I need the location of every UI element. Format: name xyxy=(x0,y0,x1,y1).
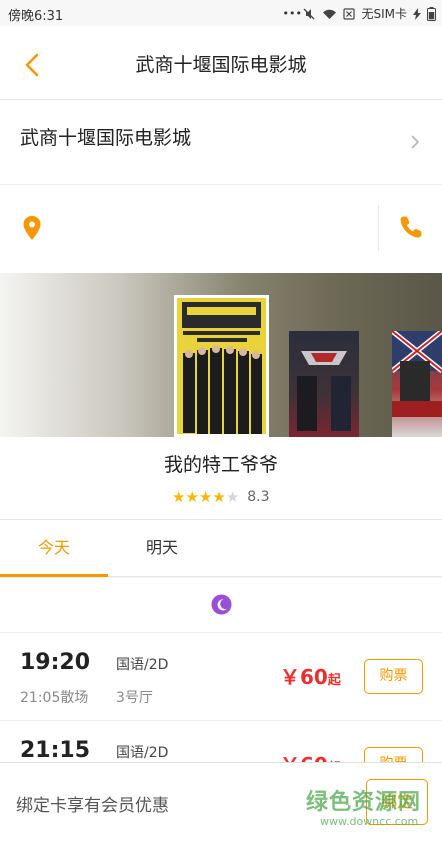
page-title: 武商十堰国际电影城 xyxy=(135,54,307,76)
show-start-time: 21:15 xyxy=(20,738,91,763)
location-row xyxy=(0,185,442,273)
poster-image xyxy=(177,298,266,434)
session-period-row xyxy=(0,578,442,633)
location-pin-icon[interactable] xyxy=(22,215,42,241)
movie-score: 8.3 xyxy=(247,489,270,505)
poster-artwork xyxy=(297,351,351,431)
star-icon: ★ xyxy=(185,488,199,506)
poster-london-has-fallen[interactable] xyxy=(390,329,442,437)
star-icon: ★ xyxy=(172,488,186,506)
show-end-time: 21:05散场 xyxy=(20,690,89,706)
show-start-time: 19:20 xyxy=(20,650,91,675)
cinema-name: 武商十堰国际电影城 xyxy=(20,127,192,149)
nav-header: 武商十堰国际电影城 xyxy=(0,26,442,100)
phone-icon[interactable] xyxy=(400,215,422,239)
tab-today[interactable]: 今天 xyxy=(0,520,108,577)
movie-title: 我的特工爷爷 xyxy=(163,454,278,476)
star-icon: ★ xyxy=(198,488,213,506)
chevron-right-icon xyxy=(411,135,420,149)
member-card-bar: 绑定卡享有会员优惠 绑定 xyxy=(0,762,442,841)
show-hall: 3号厅 xyxy=(116,690,153,706)
tab-tomorrow[interactable]: 明天 xyxy=(108,520,216,577)
poster-my-beloved-bodyguard[interactable] xyxy=(174,295,269,437)
star-icon: ★ xyxy=(212,488,226,506)
price-value: ￥60 xyxy=(280,665,328,689)
bind-card-button[interactable]: 绑定 xyxy=(366,779,428,825)
battery-icon xyxy=(427,6,436,21)
movie-rating: ★ ★ ★ ★ ★ 8.3 xyxy=(172,489,270,505)
status-bar: 傍晚6:31 ••• 无SIM卡 xyxy=(0,0,442,26)
status-icons: ••• 无SIM卡 xyxy=(282,5,436,22)
show-language: 国语/2D xyxy=(116,657,169,673)
poster-batman-v-superman[interactable] xyxy=(289,331,359,437)
show-price: ￥60起 xyxy=(280,661,341,690)
poster-carousel[interactable] xyxy=(0,273,442,437)
cinema-detail-row[interactable]: 武商十堰国际电影城 xyxy=(0,100,442,185)
more-dots-icon: ••• xyxy=(282,6,302,20)
status-time: 傍晚6:31 xyxy=(8,9,64,24)
sim-off-icon xyxy=(343,7,356,20)
showtime-row: 19:20 21:05散场 国语/2D 3号厅 ￥60起 购票 xyxy=(0,633,442,721)
mute-icon xyxy=(304,8,315,19)
price-suffix: 起 xyxy=(327,673,341,688)
charging-icon xyxy=(413,7,421,20)
date-tabs: 今天 明天 xyxy=(0,520,442,577)
poster-artwork xyxy=(177,298,266,434)
buy-ticket-button[interactable]: 购票 xyxy=(364,659,423,694)
active-tab-indicator xyxy=(0,574,108,577)
movie-info: 我的特工爷爷 ★ ★ ★ ★ ★ 8.3 xyxy=(0,437,442,520)
carrier-label: 无SIM卡 xyxy=(361,7,407,21)
wifi-icon xyxy=(323,9,337,19)
star-empty-icon: ★ xyxy=(225,488,240,506)
member-card-text: 绑定卡享有会员优惠 xyxy=(16,796,169,816)
divider xyxy=(378,205,379,251)
show-language: 国语/2D xyxy=(116,745,169,761)
moon-icon xyxy=(211,594,232,615)
poster-artwork xyxy=(390,329,442,417)
